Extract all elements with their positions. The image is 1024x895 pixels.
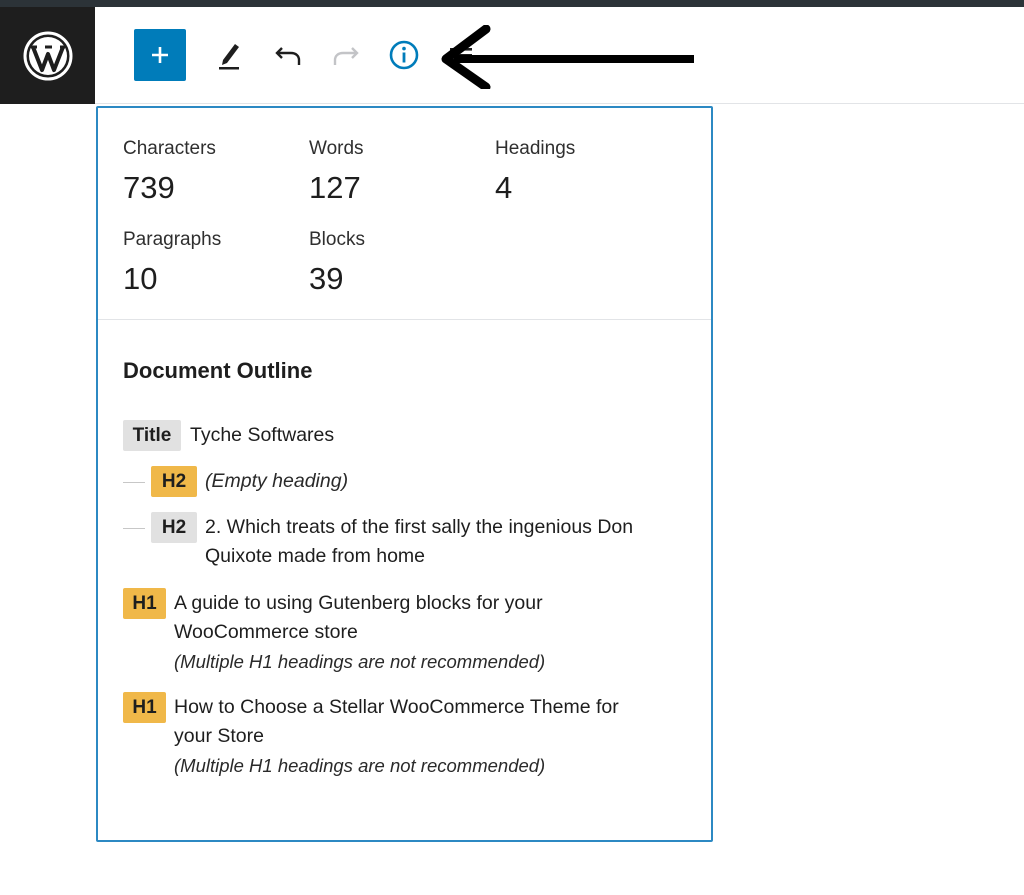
heading-level-badge: H1 <box>123 588 166 619</box>
heading-level-badge: H2 <box>151 466 197 497</box>
add-block-button[interactable] <box>134 29 186 81</box>
wordpress-logo[interactable] <box>0 7 95 104</box>
outline-text-line: A guide to using Gutenberg blocks for yo… <box>174 592 543 614</box>
outline-text-line: How to Choose a Stellar WooCommerce Them… <box>174 696 619 718</box>
outline-text-line: your Store <box>174 725 264 747</box>
heading-level-badge: H1 <box>123 692 166 723</box>
outline-indent-dash <box>123 482 145 483</box>
heading-level-badge: Title <box>123 420 181 451</box>
outline-item-text: How to Choose a Stellar WooCommerce Them… <box>174 693 619 780</box>
editor-toolbar <box>0 7 1024 104</box>
content-structure-button[interactable] <box>382 32 426 78</box>
stat-label: Headings <box>495 138 576 159</box>
outline-text-line: WooCommerce store <box>174 621 358 643</box>
content-structure-popover: Characters 739 Words 127 Headings 4 Para… <box>96 106 713 842</box>
stat-label: Blocks <box>309 229 365 250</box>
outline-item-text: 2. Which treats of the first sally the i… <box>205 513 633 571</box>
outline-warning: (Multiple H1 headings are not recommende… <box>174 651 546 672</box>
outline-warning: (Multiple H1 headings are not recommende… <box>174 755 546 776</box>
outline-item-text: (Empty heading) <box>205 470 349 492</box>
document-statistics: Characters 739 Words 127 Headings 4 Para… <box>98 108 711 320</box>
stat-paragraphs: Paragraphs 10 <box>123 229 221 297</box>
outline-item-text: A guide to using Gutenberg blocks for yo… <box>174 589 545 676</box>
stat-value: 127 <box>309 170 361 205</box>
heading-level-badge: H2 <box>151 512 197 543</box>
undo-button[interactable] <box>266 32 310 78</box>
outline-text-line: 2. Which treats of the first sally the i… <box>205 516 634 538</box>
tools-button[interactable] <box>207 32 251 78</box>
stat-value: 739 <box>123 170 175 205</box>
pencil-icon <box>219 44 239 70</box>
stat-label: Paragraphs <box>123 229 222 250</box>
redo-icon <box>333 47 359 65</box>
stat-value: 4 <box>495 170 513 205</box>
top-bar <box>0 0 1024 7</box>
pointer-arrow-icon <box>441 25 694 89</box>
undo-icon <box>275 47 301 65</box>
plus-icon <box>152 47 168 63</box>
stat-label: Characters <box>123 138 216 159</box>
stat-label: Words <box>309 138 364 159</box>
outline-item-text: Tyche Softwares <box>190 424 335 446</box>
info-icon <box>389 40 419 70</box>
stat-value: 10 <box>123 261 158 296</box>
outline-indent-dash <box>123 528 145 529</box>
document-outline-title: Document Outline <box>123 358 313 383</box>
stat-characters: Characters 739 <box>123 138 216 206</box>
outline-text-line: Quixote made from home <box>205 545 426 567</box>
stat-value: 39 <box>309 261 344 296</box>
stat-headings: Headings 4 <box>495 138 575 206</box>
wordpress-logo-icon <box>23 31 72 80</box>
redo-button[interactable] <box>324 32 368 78</box>
stat-words: Words 127 <box>309 138 364 206</box>
stat-blocks: Blocks 39 <box>309 229 365 297</box>
